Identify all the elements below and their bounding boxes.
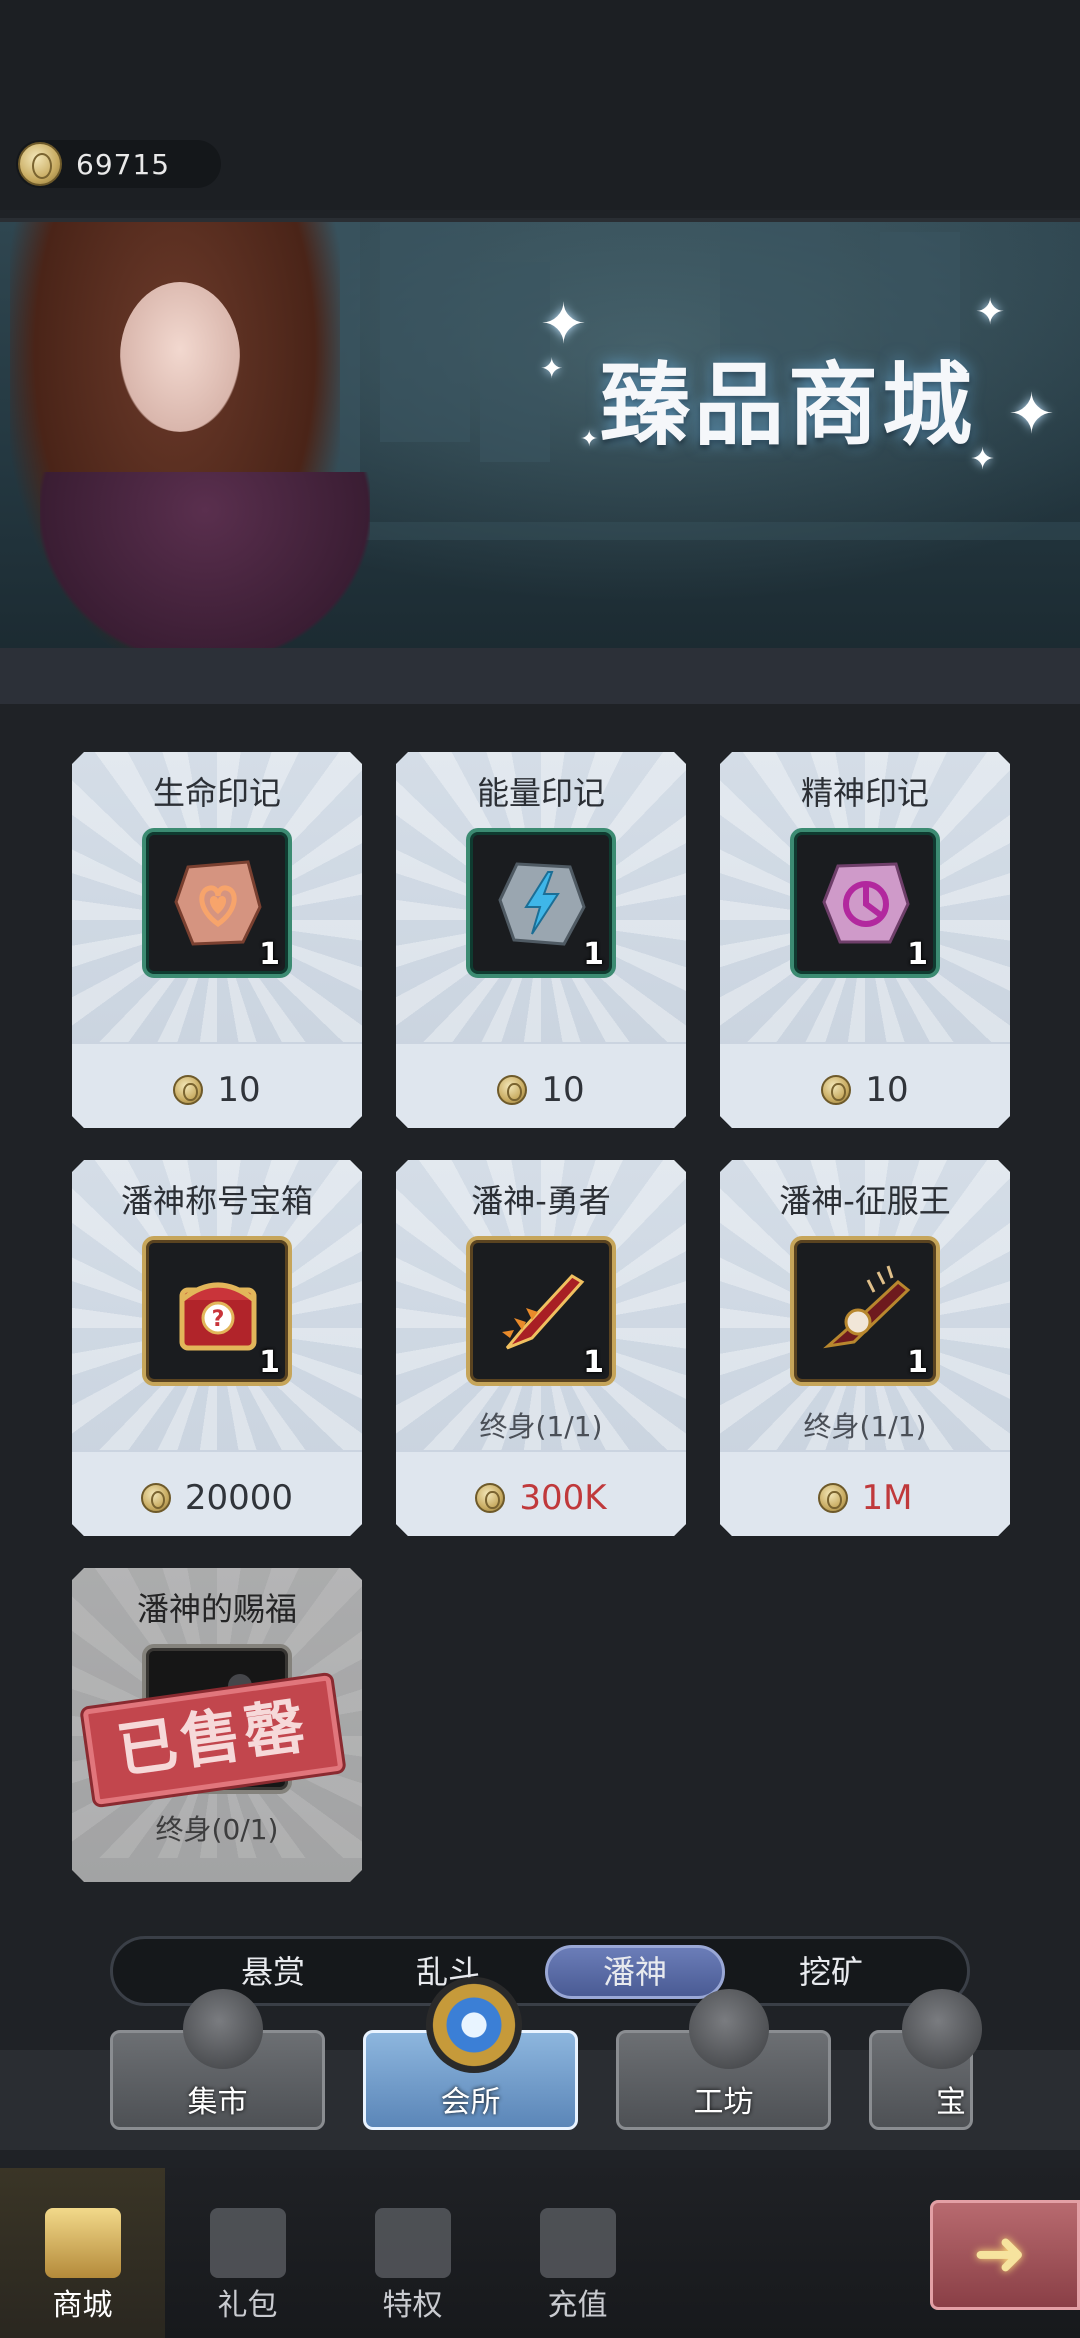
purchase-limit: 终身(0/1) bbox=[155, 1813, 279, 1846]
coin-icon bbox=[18, 142, 62, 186]
item-count: 1 bbox=[259, 937, 280, 972]
sparkle-icon: ✦ bbox=[970, 442, 996, 477]
shop-item-card[interactable]: 精神印记 1 10 bbox=[720, 752, 1010, 1128]
coin-icon bbox=[141, 1483, 171, 1513]
item-price: 10 bbox=[720, 1070, 1010, 1110]
currency-amount: 69715 bbox=[76, 148, 171, 181]
item-name: 潘神称号宝箱 bbox=[120, 1182, 313, 1220]
item-name: 潘神-征服王 bbox=[779, 1182, 951, 1220]
red-blade-icon bbox=[492, 1260, 592, 1360]
sparkle-icon: ✦ bbox=[1008, 382, 1055, 447]
next-arrow-button[interactable]: ➜ bbox=[930, 2200, 1080, 2310]
coin-icon bbox=[821, 1075, 851, 1105]
purchase-limit: 终身(1/1) bbox=[479, 1410, 603, 1443]
item-count: 1 bbox=[583, 1345, 604, 1380]
shop-market[interactable]: 集市 bbox=[110, 1989, 325, 2130]
item-slot: 1 bbox=[466, 828, 616, 978]
sparkle-icon: ✦ bbox=[580, 427, 599, 452]
nav-privilege[interactable]: 特权 bbox=[330, 2168, 495, 2338]
shop-item-card[interactable]: 潘神-勇者 1 终身(1/1) 300K bbox=[396, 1160, 686, 1536]
item-price: 10 bbox=[396, 1070, 686, 1110]
item-slot: ? 1 bbox=[142, 1236, 292, 1386]
coin-icon bbox=[818, 1483, 848, 1513]
shop-item-card[interactable]: 潘神称号宝箱 ? 1 20000 bbox=[72, 1160, 362, 1536]
tab-pan[interactable]: 潘神 bbox=[545, 1945, 725, 1999]
item-price: 300K bbox=[396, 1478, 686, 1518]
spiked-blade-icon bbox=[816, 1260, 916, 1360]
shop-club[interactable]: 会所 bbox=[363, 1977, 578, 2130]
item-price: 20000 bbox=[72, 1478, 362, 1518]
banner-title: 臻品商城 bbox=[600, 352, 976, 458]
item-name: 精神印记 bbox=[800, 774, 929, 812]
treasure-icon bbox=[902, 1989, 982, 2069]
crown-icon bbox=[375, 2208, 451, 2278]
shop-item-card[interactable]: 潘神-征服王 1 终身(1/1) 1M bbox=[720, 1160, 1010, 1536]
tab-mining[interactable]: 挖矿 bbox=[741, 1945, 921, 1999]
coin-icon bbox=[475, 1483, 505, 1513]
sparkle-icon: ✦ bbox=[540, 292, 587, 357]
arrow-right-icon: ➜ bbox=[973, 2217, 1027, 2291]
money-bag-icon bbox=[183, 1989, 263, 2069]
item-count: 1 bbox=[907, 937, 928, 972]
gift-box-icon bbox=[210, 2208, 286, 2278]
item-count: 1 bbox=[583, 937, 604, 972]
nav-gift-pack[interactable]: 礼包 bbox=[165, 2168, 330, 2338]
bottom-navigation: 商城 礼包 特权 充值 bbox=[0, 2168, 1080, 2338]
coin-icon bbox=[497, 1075, 527, 1105]
sparkle-icon: ✦ bbox=[975, 292, 1006, 333]
gear-workshop-icon bbox=[689, 1989, 769, 2069]
currency-display[interactable]: 69715 bbox=[16, 140, 221, 188]
nav-shop[interactable]: 商城 bbox=[0, 2168, 165, 2338]
sparkle-icon: ✦ bbox=[540, 352, 564, 385]
shop-workshop[interactable]: 工坊 bbox=[616, 1989, 831, 2130]
item-name: 潘神-勇者 bbox=[471, 1182, 611, 1220]
item-price: 1M bbox=[720, 1478, 1010, 1518]
item-count: 1 bbox=[259, 1345, 280, 1380]
top-bar: 69715 bbox=[0, 0, 1080, 210]
shop-item-card[interactable]: 生命印记 1 10 bbox=[72, 752, 362, 1128]
item-slot: 1 bbox=[790, 828, 940, 978]
shop-banner: 臻品商城 ✦ ✦ ✦ ✦ ✦ ✦ bbox=[0, 218, 1080, 648]
item-name: 能量印记 bbox=[476, 774, 605, 812]
lightning-rune-icon bbox=[492, 852, 592, 952]
shop-gate-icon bbox=[45, 2208, 121, 2278]
item-price: 10 bbox=[72, 1070, 362, 1110]
purchase-limit: 终身(1/1) bbox=[803, 1410, 927, 1443]
nav-recharge[interactable]: 充值 bbox=[495, 2168, 660, 2338]
coin-icon bbox=[173, 1075, 203, 1105]
treasure-chest-icon: ? bbox=[168, 1260, 268, 1360]
item-slot: 1 bbox=[142, 828, 292, 978]
shop-item-card[interactable]: 能量印记 1 10 bbox=[396, 752, 686, 1128]
item-name: 潘神的赐福 bbox=[136, 1590, 297, 1628]
spirit-rune-icon bbox=[816, 852, 916, 952]
item-slot: 1 bbox=[466, 1236, 616, 1386]
shop-treasure[interactable]: 宝 bbox=[869, 1989, 982, 2130]
item-count: 1 bbox=[907, 1345, 928, 1380]
crystal-emblem-icon bbox=[426, 1977, 522, 2073]
diamond-icon bbox=[540, 2208, 616, 2278]
svg-text:?: ? bbox=[212, 1307, 225, 1332]
item-slot: 1 bbox=[790, 1236, 940, 1386]
item-name: 生命印记 bbox=[152, 774, 281, 812]
heart-rune-icon bbox=[168, 852, 268, 952]
